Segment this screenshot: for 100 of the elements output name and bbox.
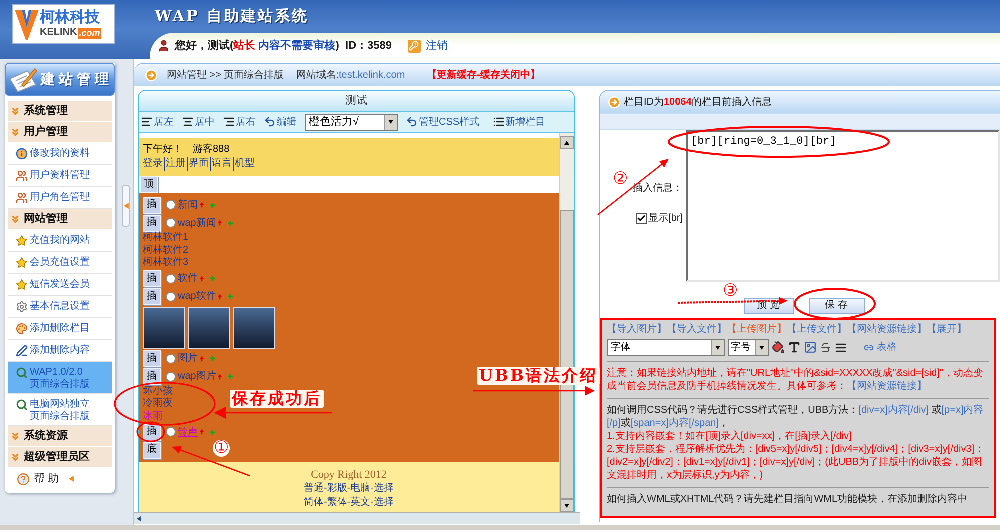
edit-button[interactable]: 编辑 bbox=[264, 116, 297, 128]
bottom-button[interactable]: 底 bbox=[143, 442, 161, 458]
section-header[interactable]: 网站管理 bbox=[8, 209, 112, 230]
footer-link[interactable]: 简体-繁体-英文-选择 bbox=[304, 496, 394, 510]
insert-button[interactable]: 插 bbox=[143, 288, 161, 305]
section-header[interactable]: 用户管理 bbox=[8, 122, 112, 143]
rule-text: 2.支持层嵌套，程序解析优先为：[div5=x]y[/div5]；[div4=x]y[/div4]；[div3=x]y[/div3]；[div2=x]y[/div2]；[div1=x]y[/div1]；[div=x]y[/div]；(此UBB为了排版中的div嵌套，如图文混排时用，x为层标识,y为内容，) bbox=[607, 443, 986, 482]
photo-placeholder bbox=[143, 306, 185, 348]
add-column-button[interactable]: 新增栏目 bbox=[492, 116, 546, 128]
user-greeting: 您好，测试(站长 内容不需要审核) ID：3589 bbox=[175, 40, 392, 52]
sidebar-toggle-button[interactable] bbox=[122, 185, 130, 227]
nav-link[interactable]: 登录 bbox=[143, 157, 163, 171]
align-right-button[interactable]: 居右 bbox=[223, 116, 256, 128]
paint-bucket-icon[interactable] bbox=[772, 341, 785, 354]
photo-placeholder bbox=[233, 306, 275, 348]
text-format-icon[interactable] bbox=[788, 341, 801, 354]
undo-arrow-icon bbox=[406, 116, 418, 128]
align-left-button[interactable]: 居左 bbox=[141, 116, 174, 128]
logout-link[interactable]: 注销 bbox=[426, 40, 448, 52]
info-icon bbox=[16, 148, 28, 160]
list-icon bbox=[492, 116, 505, 128]
section-header[interactable]: 系统管理 bbox=[8, 101, 112, 122]
ubb-link[interactable]: 【上传文件】 bbox=[787, 323, 847, 337]
radio-button[interactable] bbox=[166, 274, 176, 284]
insert-button[interactable]: 插 bbox=[143, 350, 161, 367]
up-triangle-icon bbox=[564, 140, 570, 144]
gear-icon bbox=[16, 301, 28, 313]
greeting-text: 下午好！ bbox=[143, 143, 183, 157]
cache-status[interactable]: 【更新缓存-缓存关闭中】 bbox=[427, 68, 541, 82]
triangle-left-icon bbox=[124, 203, 128, 209]
radio-button[interactable] bbox=[166, 372, 176, 382]
theme-select[interactable]: 橙色活力√ bbox=[305, 114, 398, 130]
size-select[interactable]: 字号 bbox=[728, 339, 769, 356]
align-center-icon bbox=[182, 116, 194, 128]
nav-link[interactable]: 机型 bbox=[233, 157, 255, 171]
arrow-right-icon bbox=[608, 96, 621, 108]
radio-button[interactable] bbox=[166, 200, 176, 210]
image-icon[interactable] bbox=[804, 341, 817, 354]
link-icon[interactable] bbox=[864, 342, 874, 352]
scroll-up-button[interactable] bbox=[560, 136, 574, 149]
help-link[interactable]: 帮 助 bbox=[8, 468, 112, 490]
domain-label: 网站域名: bbox=[296, 68, 340, 82]
rule-text: 1.支持内容嵌套！如在[顶]录入[div=xx]，在[插]录入[/div] bbox=[607, 430, 853, 443]
radio-button[interactable] bbox=[166, 292, 176, 302]
photo-placeholder bbox=[188, 306, 230, 348]
radio-button[interactable] bbox=[166, 427, 176, 437]
insert-button[interactable]: 插 bbox=[143, 214, 161, 232]
star-icon bbox=[16, 235, 28, 247]
down-triangle-icon bbox=[564, 504, 570, 508]
section-header[interactable]: 系统资源 bbox=[8, 426, 112, 447]
chevron-down-icon bbox=[10, 452, 21, 462]
radio-button[interactable] bbox=[166, 354, 176, 364]
insert-button[interactable]: 插 bbox=[143, 196, 161, 214]
copyright-text: Copy Right 2012 bbox=[311, 468, 387, 482]
ubb-link[interactable]: 【导入图片】 bbox=[607, 323, 667, 337]
lines-icon[interactable] bbox=[835, 342, 847, 354]
domain-link[interactable]: test.kelink.com bbox=[339, 68, 406, 82]
palette-icon bbox=[16, 323, 28, 335]
ubb-link[interactable]: 【展开】 bbox=[927, 323, 967, 337]
annotation-caption: UBB语法介绍 bbox=[477, 367, 600, 385]
insert-button[interactable]: 插 bbox=[143, 270, 161, 287]
key-icon bbox=[408, 40, 421, 52]
save-button[interactable]: 保 存 bbox=[808, 298, 864, 314]
chevron-down-icon bbox=[10, 214, 21, 224]
notice-text: 注意：如果链接站内地址，请在"URL地址"中的&sid=XXXXX改成"&sid=[sid]"，动态变成当前会员信息及防手机掉线情况发生。具体可参考：【网站资源链接】 bbox=[607, 367, 984, 393]
nav-link[interactable]: 注册 bbox=[164, 157, 186, 171]
footer-link[interactable]: 普通-彩版-电脑-选择 bbox=[304, 482, 394, 496]
checkbox-label: 显示[br] bbox=[648, 212, 683, 224]
ubb-link[interactable]: 【导入文件】 bbox=[667, 323, 727, 337]
logo-suffix: .com bbox=[78, 28, 102, 38]
align-right-icon bbox=[223, 116, 235, 128]
css-style-button[interactable]: 管理CSS样式 bbox=[406, 116, 480, 128]
user-icon bbox=[157, 39, 171, 53]
chevron-down-icon bbox=[10, 126, 21, 138]
strikethrough-icon[interactable] bbox=[820, 342, 832, 354]
table-link[interactable]: 表格 bbox=[877, 341, 897, 354]
sidebar-item[interactable]: WAP1.0/2.0 页面综合排版 bbox=[8, 362, 112, 394]
users-icon bbox=[16, 192, 28, 204]
radio-button[interactable] bbox=[166, 218, 176, 228]
nav-link[interactable]: 语言 bbox=[210, 157, 232, 171]
nav-link[interactable]: 界面 bbox=[187, 157, 209, 171]
font-select[interactable]: 字体 bbox=[607, 339, 725, 356]
users-icon bbox=[16, 170, 28, 182]
help-icon bbox=[17, 472, 30, 486]
ubb-link[interactable]: 【网站资源链接】 bbox=[847, 323, 927, 337]
resource-link[interactable]: 【网站资源链接】 bbox=[847, 381, 927, 392]
arrow-right-icon bbox=[145, 68, 158, 82]
scroll-down-button[interactable] bbox=[560, 499, 574, 512]
triangle-left-icon bbox=[69, 476, 74, 482]
insert-button[interactable]: 插 bbox=[143, 368, 161, 385]
left-triangle-icon bbox=[137, 516, 141, 522]
align-center-button[interactable]: 居中 bbox=[182, 116, 215, 128]
panel-title: 测试 bbox=[139, 91, 574, 111]
align-left-icon bbox=[141, 116, 153, 128]
undo-arrow-icon bbox=[264, 116, 276, 128]
show-br-checkbox[interactable] bbox=[636, 212, 647, 224]
css-help-text: 如何调用CSS代码？请先进行CSS样式管理，UBB方法：[div=x]内容[/div] 或[p=x]内容[/p]或[span=x]内容[/span]， bbox=[607, 404, 985, 430]
section-header[interactable]: 超级管理员区 bbox=[8, 447, 112, 468]
notepad-pencil-icon bbox=[8, 66, 38, 92]
top-button[interactable]: 顶 bbox=[140, 176, 158, 193]
